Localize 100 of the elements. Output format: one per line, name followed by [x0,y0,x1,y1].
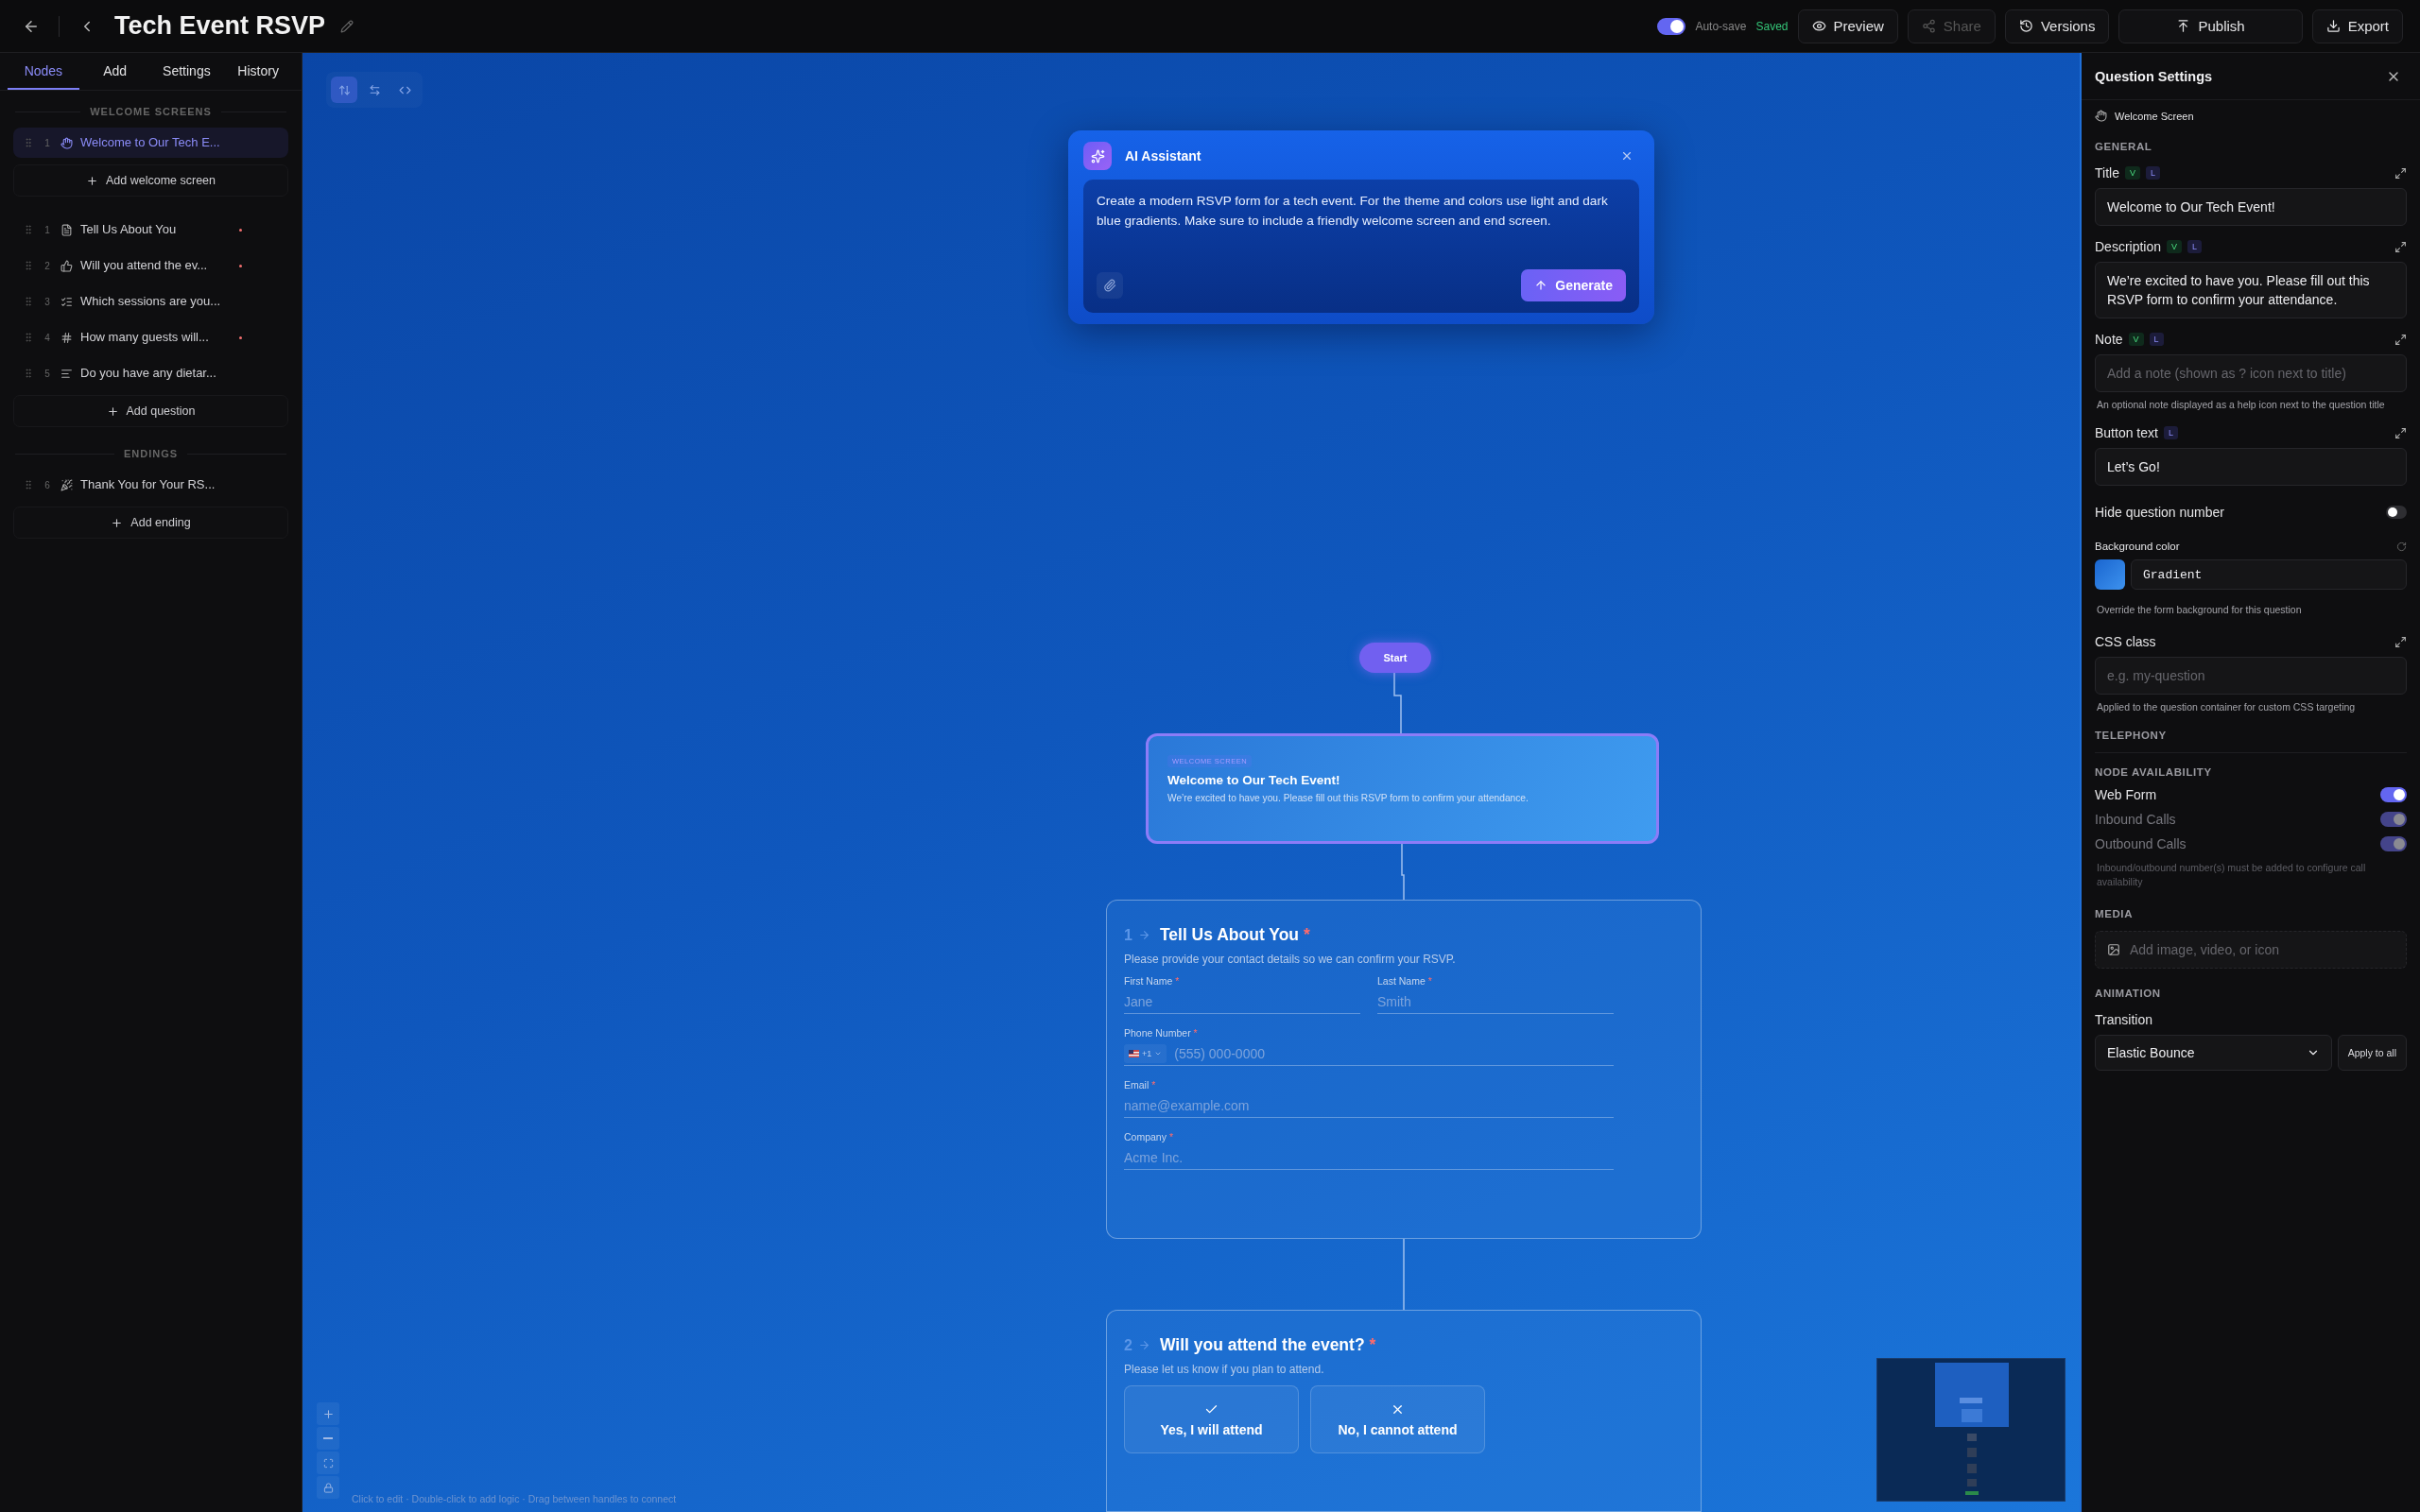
sidebar-tab[interactable]: Nodes [8,53,79,90]
arrow-right-icon [1137,929,1150,941]
header-button[interactable]: Versions [2004,9,2110,43]
header-button[interactable]: Export [2311,9,2403,43]
choice-button[interactable]: Yes, I will attend [1124,1385,1299,1453]
close-icon [1620,149,1634,163]
expand-icon[interactable] [2394,426,2407,439]
node-item[interactable]: 4 How many guests will... [13,322,288,352]
attach-button[interactable] [1097,272,1123,299]
arrow-right-icon [1137,1339,1150,1351]
field-label: Description [2095,239,2162,254]
field-label: Company * [1124,1131,1174,1143]
lock-button[interactable] [317,1476,339,1499]
help-text: Applied to the question container for custom CSS targeting [2097,700,2357,714]
party-popper-icon [60,478,73,491]
drag-handle-icon[interactable] [23,224,34,235]
toolbar-button[interactable] [331,77,357,103]
prompt-field[interactable]: Create a modern RSVP form for a tech event. For the theme and colors use light and dark blue gradients. Make sure to include a friendly welcome screen and end screen. Generate [1083,180,1639,313]
reset-icon[interactable] [2396,541,2407,552]
section-heading: WELCOME SCREENS [90,106,212,117]
edit-icon[interactable] [340,19,354,33]
node-item[interactable]: 1 Tell Us About You [13,215,288,245]
input-field[interactable]: Welcome to Our Tech Event! [2095,188,2407,226]
history-icon [2018,19,2033,33]
help-text: An optional note displayed as a help icon next to the question title [2097,398,2386,412]
vertical-arrows-icon [337,83,351,96]
expand-icon[interactable] [2394,635,2407,648]
input-field[interactable]: We’re excited to have you. Please fill out this RSVP form to confirm your attendance. [2095,262,2407,318]
field-label: Last Name * [1377,975,1433,987]
field-label: Note [2095,332,2123,347]
panel-title: Question Settings [2095,68,2213,84]
setting-label: Web Form [2095,787,2158,802]
sidebar-tab[interactable]: Settings [150,53,223,90]
start-node: Start [1359,643,1431,673]
field-label: Title [2095,165,2119,180]
choice-button[interactable]: No, I cannot attend [1310,1385,1485,1453]
node-item[interactable]: 2 Will you attend the ev... [13,250,288,281]
apply-button[interactable]: Apply to all [2337,1035,2407,1071]
node-number: 4 [43,332,51,343]
drag-handle-icon[interactable] [23,368,34,379]
header-button[interactable]: Publish [2118,9,2303,43]
field-label: Button text [2095,425,2158,440]
section-heading: GENERAL [2095,141,2153,152]
hash-icon [60,331,73,344]
field-label: Phone Number * [1124,1027,1199,1039]
add-button[interactable]: Add question [13,395,288,427]
section-heading: ANIMATION [2095,988,2162,999]
section-heading: ENDINGS [123,448,179,459]
node-item[interactable]: 3 Which sessions are you... [13,286,288,317]
expand-icon[interactable] [2394,240,2407,253]
connector-line [1393,672,1402,734]
add-button[interactable]: Add welcome screen [13,164,288,197]
setting-label: Hide question number [2095,505,2225,520]
drag-handle-icon[interactable] [23,137,34,148]
sparkle-icon [1090,148,1105,163]
transition-select[interactable]: Elastic Bounce [2095,1035,2332,1071]
question-title: Will you attend the event? * [1159,1335,1376,1355]
tag-badge: V [2124,166,2140,180]
zoom-in-button[interactable] [317,1402,339,1425]
hand-icon [60,136,73,149]
section-heading: NODE AVAILABILITY [2095,766,2213,778]
drag-handle-icon[interactable] [23,479,34,490]
image-icon [2107,943,2120,956]
node-item[interactable]: 6 Thank You for Your RS... [13,470,288,500]
node-type: Welcome Screen [2115,110,2194,122]
sidebar-tab[interactable]: Add [78,53,151,90]
input-field[interactable]: Let’s Go! [2095,448,2407,486]
header-button[interactable]: Preview [1797,9,1898,43]
node-number: 1 [43,224,51,235]
paperclip-icon [1103,279,1116,292]
field-label: Transition [2095,1012,2152,1027]
hand-icon [2095,110,2107,122]
add-button[interactable]: Add ending [13,507,288,539]
save-status: Saved [1755,19,1789,33]
generate-button[interactable]: Generate [1521,269,1626,301]
drag-handle-icon[interactable] [23,296,34,307]
tag-badge: L [2149,333,2164,346]
node-item[interactable]: 1 Welcome to Our Tech E... [13,128,288,158]
expand-icon[interactable] [2394,333,2407,346]
zoom-out-button[interactable] [317,1427,339,1450]
field-label: Email * [1124,1079,1157,1091]
node-item[interactable]: 5 Do you have any dietar... [13,358,288,388]
fit-view-button[interactable] [317,1452,339,1474]
setting-label: Outbound Calls [2095,836,2187,851]
autosave-toggle[interactable] [1657,17,1686,35]
node-description: We’re excited to have you. Please fill out this RSVP form to confirm your attendance. [1167,793,1530,803]
toggle-switch[interactable] [2386,506,2407,519]
download-icon [2325,19,2341,33]
question-card[interactable]: 2 Will you attend the event? * Please let us know if you plan to attend. Yes, I will attend No, I cannot attend [1106,1310,1702,1512]
help-text: Override the form background for this question [2097,603,2303,617]
drag-handle-icon[interactable] [23,260,34,271]
expand-icon[interactable] [2394,166,2407,180]
section-heading: TELEPHONY [2095,730,2168,741]
color-swatch[interactable] [2095,559,2125,590]
drag-handle-icon[interactable] [23,332,34,343]
sidebar-tab[interactable]: History [222,53,294,90]
input-field[interactable]: Gradient [2131,559,2407,590]
toggle-switch[interactable] [2380,787,2407,802]
node-number: 6 [43,479,51,490]
plus-icon [321,1407,335,1420]
